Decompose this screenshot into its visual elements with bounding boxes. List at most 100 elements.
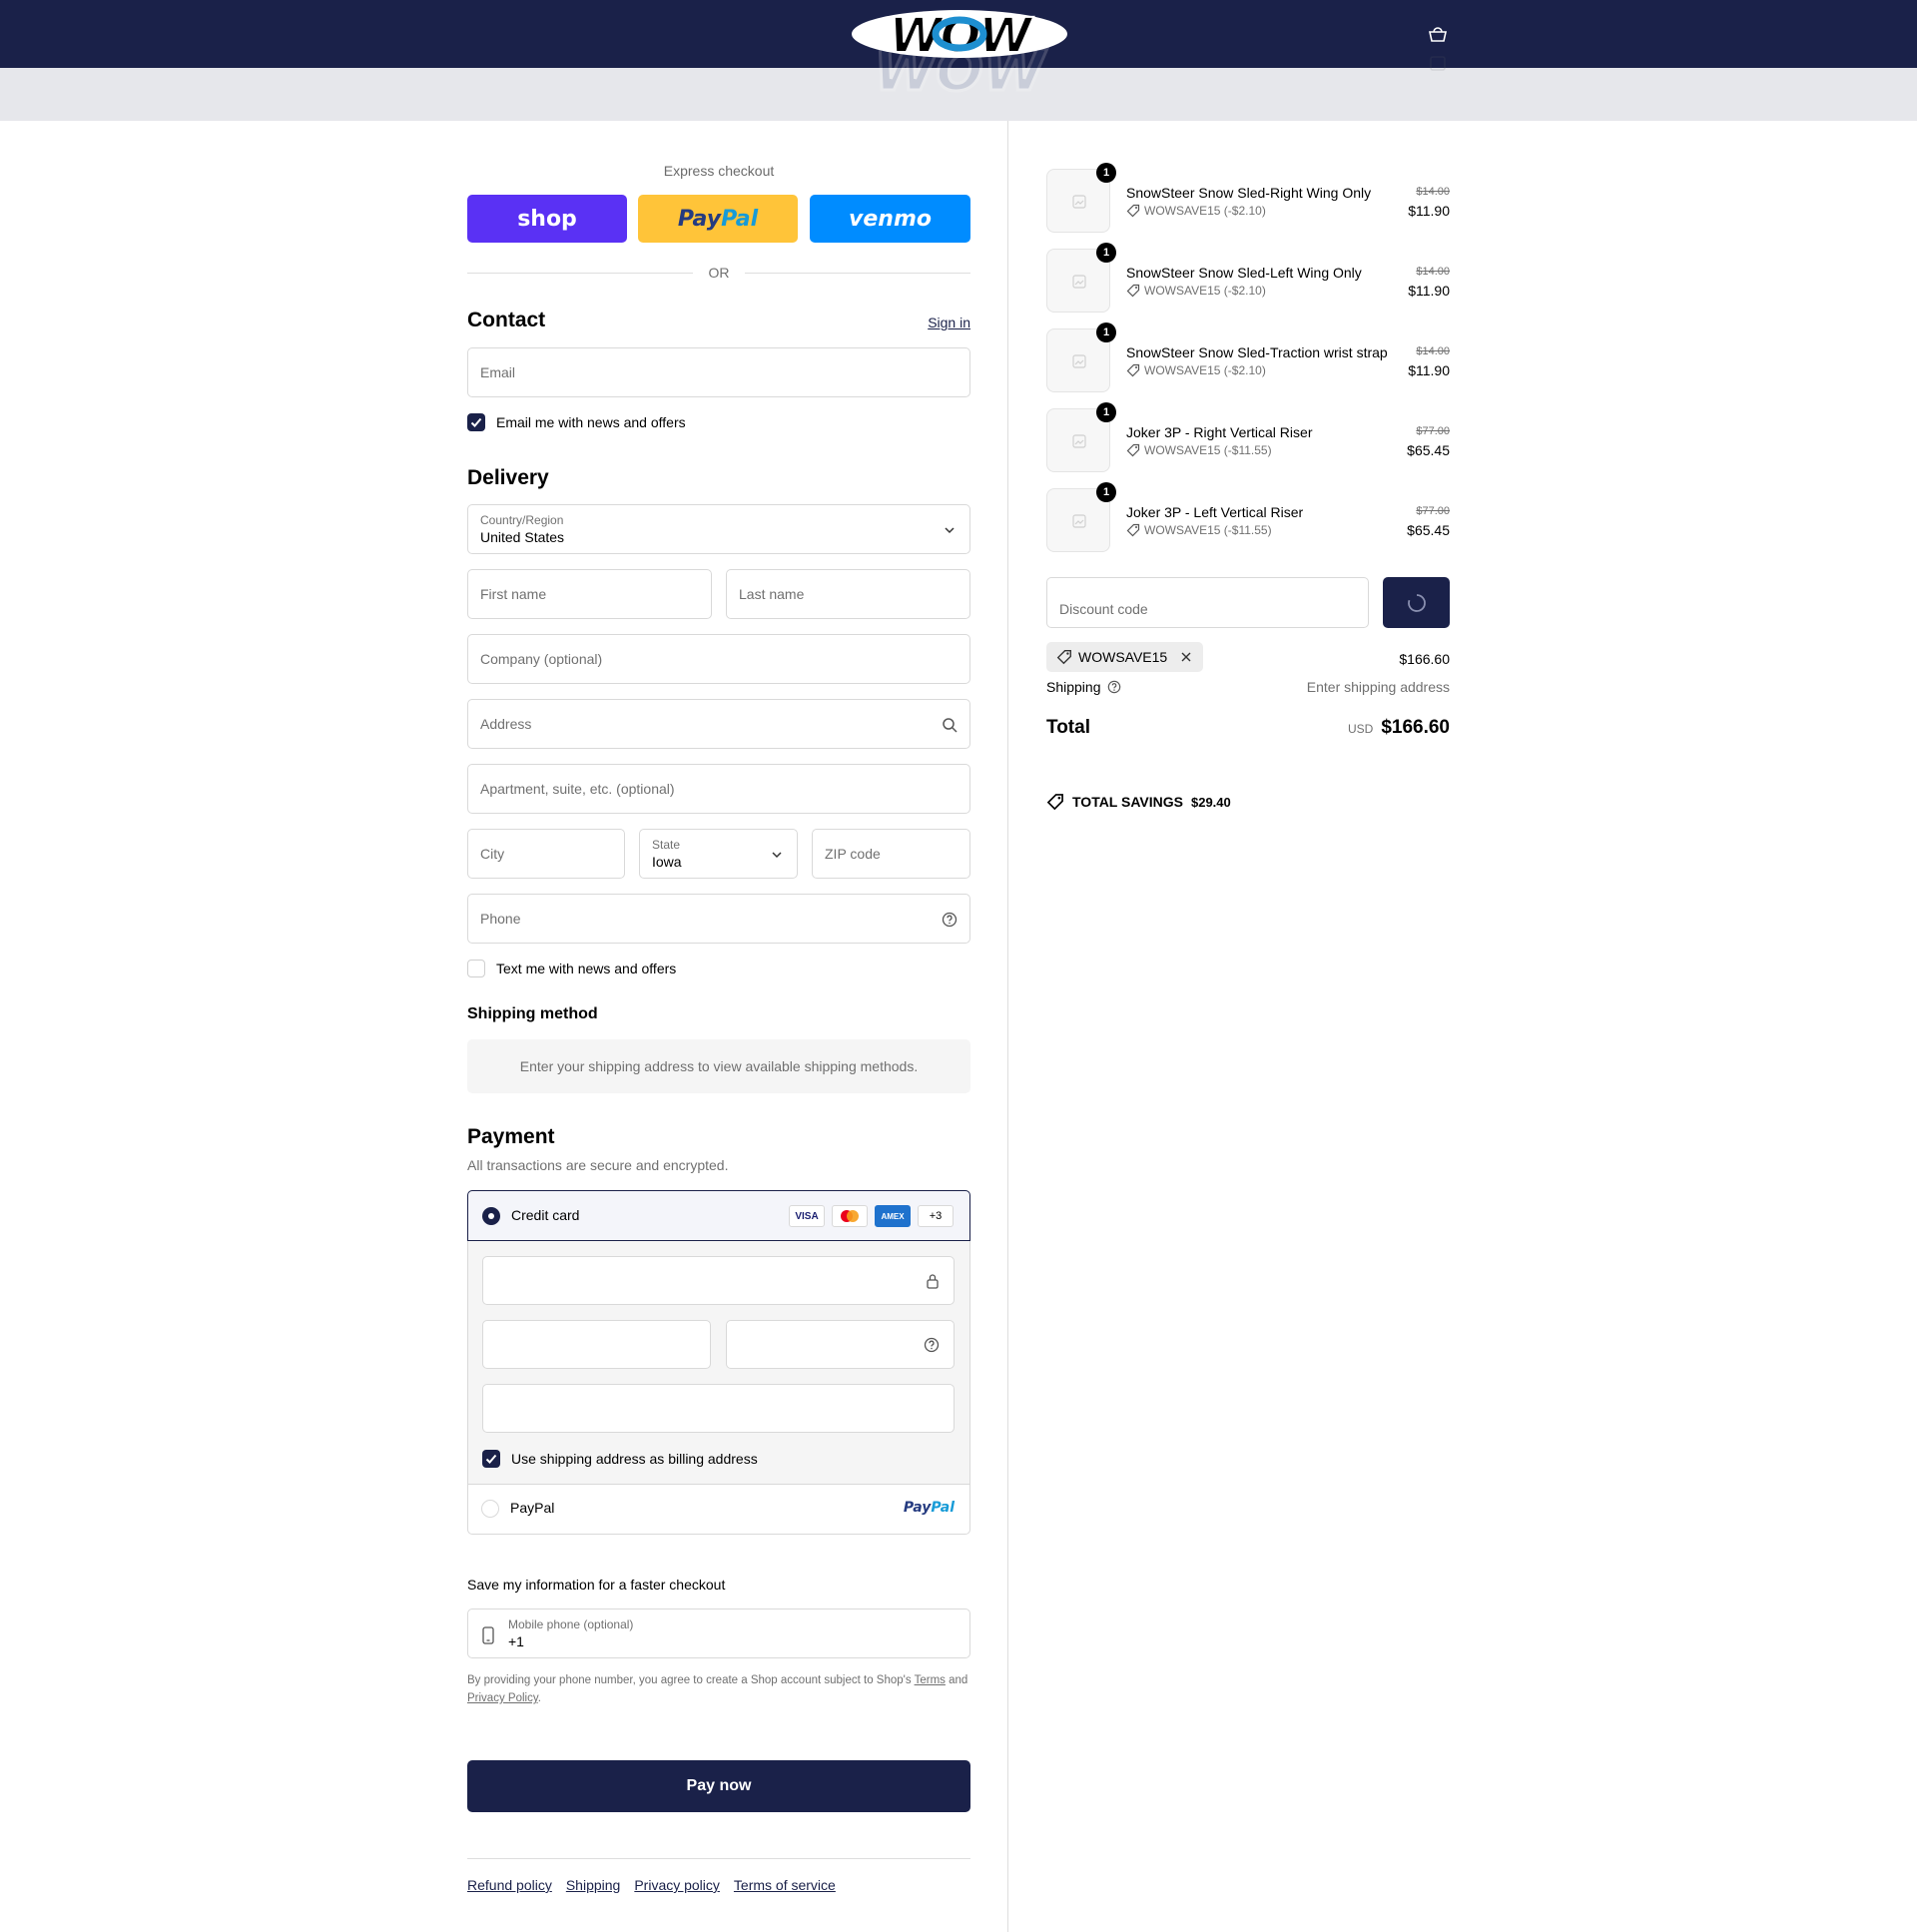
contact-heading: Contact [467, 309, 546, 331]
phone-field[interactable]: Phone [467, 894, 970, 944]
last-name-field[interactable]: Last name [726, 569, 970, 619]
image-placeholder-icon [1072, 195, 1086, 209]
paypal-radio[interactable] [481, 1500, 499, 1518]
original-price: $14.00 [1416, 186, 1450, 198]
first-name-field[interactable]: First name [467, 569, 712, 619]
venmo-button[interactable]: venmo [810, 195, 970, 243]
save-info-heading: Save my information for a faster checkou… [467, 1577, 726, 1593]
address-field[interactable]: Address [467, 699, 970, 749]
discount-code-field[interactable]: Discount code [1046, 577, 1369, 628]
name-on-card-field[interactable] [482, 1384, 955, 1433]
total-savings-label: TOTAL SAVINGS [1072, 794, 1183, 810]
card-details-panel: Use shipping address as billing address [468, 1241, 969, 1484]
visa-icon: VISA [789, 1205, 825, 1227]
product-name: Joker 3P - Left Vertical Riser [1126, 504, 1304, 520]
zip-field[interactable]: ZIP code [812, 829, 970, 879]
security-code-field[interactable] [726, 1320, 955, 1369]
help-icon[interactable] [942, 912, 958, 928]
email-news-label: Email me with news and offers [496, 414, 686, 430]
discounted-price: $65.45 [1407, 442, 1450, 458]
or-label: OR [708, 265, 730, 281]
apply-discount-button[interactable] [1383, 577, 1450, 628]
delivery-heading: Delivery [467, 466, 549, 489]
terms-of-service-link[interactable]: Terms of service [734, 1877, 836, 1893]
credit-card-radio[interactable] [482, 1207, 500, 1225]
pay-now-button[interactable]: Pay now [467, 1760, 970, 1812]
quantity-badge: 1 [1096, 163, 1116, 183]
privacy-policy-footer-link[interactable]: Privacy policy [634, 1877, 720, 1893]
state-select[interactable]: State Iowa [639, 829, 798, 879]
credit-card-option[interactable]: Credit card VISA AMEX +3 [467, 1190, 970, 1241]
tag-icon [1126, 204, 1140, 218]
paypal-express-button[interactable]: Pay Pal [638, 195, 798, 243]
expiration-field[interactable] [482, 1320, 711, 1369]
mobile-phone-label: Mobile phone (optional) [508, 1617, 634, 1631]
product-name: SnowSteer Snow Sled-Right Wing Only [1126, 185, 1372, 201]
discounted-price: $65.45 [1407, 522, 1450, 538]
tag-icon [1126, 523, 1140, 537]
currency-code: USD [1347, 722, 1374, 736]
close-icon[interactable] [1179, 650, 1193, 664]
quantity-badge: 1 [1096, 402, 1116, 422]
refund-policy-link[interactable]: Refund policy [467, 1877, 552, 1893]
product-name: Joker 3P - Right Vertical Riser [1126, 424, 1313, 440]
company-field[interactable]: Company (optional) [467, 634, 970, 684]
shipping-row: Shipping [1046, 679, 1121, 695]
search-icon [943, 718, 958, 733]
paypal-option-label[interactable]: PayPal [510, 1500, 554, 1516]
line-discount: WOWSAVE15 (-$2.10) [1126, 363, 1266, 377]
apartment-field[interactable]: Apartment, suite, etc. (optional) [467, 764, 970, 814]
billing-same-checkbox[interactable] [482, 1450, 500, 1468]
shipping-method-heading: Shipping method [467, 1005, 598, 1022]
line-discount: WOWSAVE15 (-$2.10) [1126, 284, 1266, 298]
privacy-policy-link[interactable]: Privacy Policy [467, 1692, 538, 1704]
quantity-badge: 1 [1096, 322, 1116, 342]
total-value: $166.60 [1381, 717, 1450, 738]
wow-logo[interactable]: WOW [849, 8, 1070, 98]
paypal-logo-pay: Pay [903, 1500, 932, 1516]
shop-terms-text: By providing your phone number, you agre… [467, 1674, 912, 1686]
footer-links: Refund policy Shipping Privacy policy Te… [467, 1877, 836, 1893]
city-placeholder: City [480, 846, 505, 862]
shipping-label: Shipping [1046, 679, 1101, 695]
shipping-policy-link[interactable]: Shipping [566, 1877, 621, 1893]
email-news-checkbox[interactable] [467, 413, 485, 431]
quantity-badge: 1 [1096, 243, 1116, 263]
bag-icon[interactable] [1428, 26, 1448, 42]
line-item: 1 Joker 3P - Left Vertical Riser WOWSAVE… [1046, 482, 1450, 552]
total-savings-value: $29.40 [1190, 794, 1231, 810]
paypal-logo-pay: Pay [677, 206, 722, 232]
card-number-field[interactable] [482, 1256, 955, 1305]
text-news-label: Text me with news and offers [496, 961, 677, 976]
svg-text:WOW: WOW [890, 8, 1034, 64]
country-select[interactable]: Country/Region United States [467, 504, 970, 554]
mobile-phone-field[interactable]: Mobile phone (optional) +1 [467, 1609, 970, 1658]
help-icon[interactable] [1107, 680, 1121, 694]
help-icon[interactable] [924, 1337, 940, 1353]
tag-icon [1056, 650, 1071, 665]
total-amount: USD $166.60 [1348, 717, 1450, 739]
email-field[interactable]: Email [467, 347, 970, 397]
terms-link[interactable]: Terms [915, 1674, 946, 1686]
checkmark-icon [470, 417, 482, 427]
original-price: $77.00 [1416, 505, 1450, 517]
lock-icon [927, 1274, 939, 1289]
city-field[interactable]: City [467, 829, 625, 879]
shop-pay-button[interactable]: shop [467, 195, 627, 243]
sign-in-link[interactable]: Sign in [928, 315, 970, 330]
paypal-logo-pal: Pal [931, 1500, 955, 1516]
shop-terms-period: . [537, 1692, 541, 1704]
address-placeholder: Address [480, 716, 532, 732]
paypal-logo: PayPal [904, 1500, 955, 1516]
billing-same-label: Use shipping address as billing address [511, 1451, 758, 1467]
shipping-method-notice: Enter your shipping address to view avai… [467, 1039, 970, 1093]
applied-discount-chip: WOWSAVE15 [1046, 642, 1204, 672]
zip-placeholder: ZIP code [825, 846, 881, 862]
footer-divider [467, 1858, 970, 1859]
mastercard-icon [832, 1205, 868, 1227]
country-label: Country/Region [480, 513, 564, 527]
text-news-checkbox[interactable] [467, 960, 485, 977]
credit-card-label: Credit card [511, 1207, 580, 1223]
tag-icon [1126, 443, 1140, 457]
line-discount-text: WOWSAVE15 (-$2.10) [1144, 284, 1266, 298]
